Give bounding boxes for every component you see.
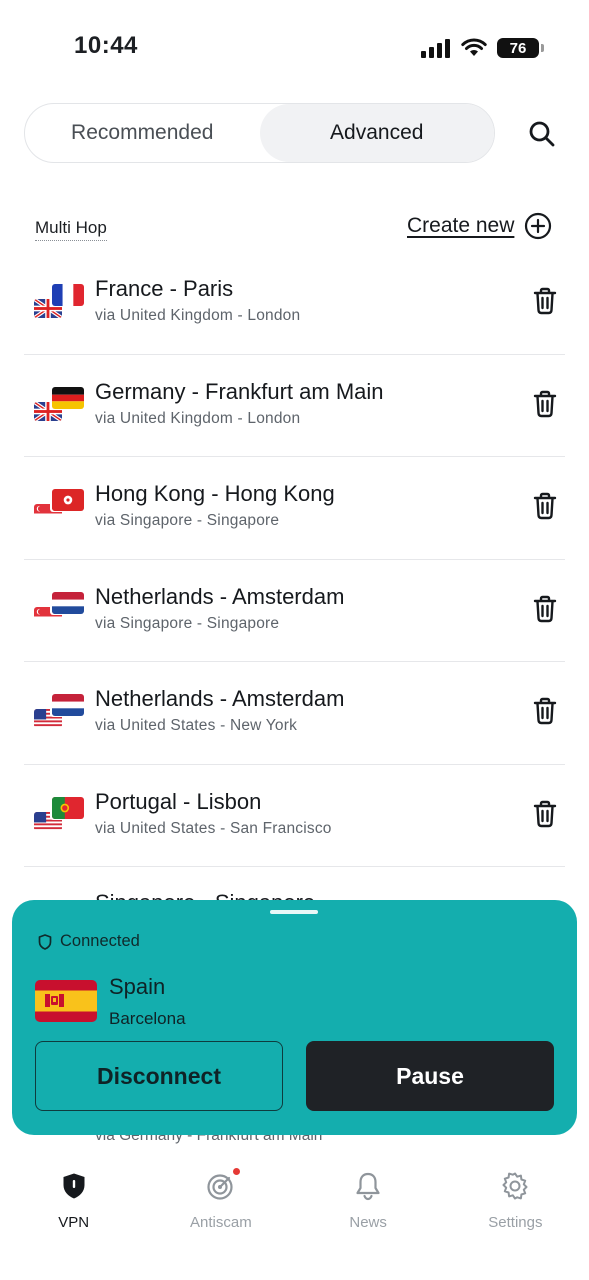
hk-flag-icon: [52, 489, 84, 511]
status-icons: 76: [421, 36, 544, 60]
hop-list-item[interactable]: France - Paris via United Kingdom - Lond…: [24, 252, 565, 355]
status-bar: 10:44 76: [0, 0, 589, 96]
hop-list-item[interactable]: Netherlands - Amsterdam via Singapore - …: [24, 560, 565, 662]
pause-button[interactable]: Pause: [306, 1041, 554, 1111]
search-button[interactable]: [524, 116, 560, 152]
hop-destination: France - Paris: [95, 276, 234, 301]
bell-icon: [356, 1172, 380, 1201]
nav-antiscam[interactable]: Antiscam: [147, 1150, 294, 1280]
notification-badge: [232, 1168, 240, 1175]
nl-flag-icon: [52, 591, 84, 614]
de-flag-icon: [52, 386, 84, 409]
wifi-icon: [461, 38, 487, 56]
connection-status-label: Connected: [60, 932, 140, 950]
nav-settings-label: Settings: [488, 1214, 543, 1231]
vpn-shield-icon: [63, 1173, 85, 1199]
trash-icon: [533, 595, 557, 622]
route-flags: [34, 489, 84, 525]
mode-segmented-control: Recommended Advanced: [24, 103, 495, 163]
create-new-button[interactable]: Create new: [407, 212, 552, 240]
hop-list-item[interactable]: Netherlands - Amsterdam via United State…: [24, 662, 565, 765]
connection-panel: Connected Spain Barcelona Disconnect Pau…: [12, 900, 577, 1135]
spain-flag-icon: [35, 980, 97, 1022]
route-flags: [34, 796, 84, 833]
nav-news[interactable]: News: [295, 1150, 442, 1280]
nav-news-label: News: [349, 1214, 387, 1231]
nl-flag-icon: [52, 694, 84, 716]
tab-advanced[interactable]: Advanced: [259, 104, 494, 162]
connection-status: Connected: [38, 932, 140, 951]
nav-vpn[interactable]: VPN: [0, 1150, 147, 1280]
delete-hop-button[interactable]: [531, 491, 559, 521]
status-time: 10:44: [74, 32, 138, 59]
delete-hop-button[interactable]: [531, 594, 559, 624]
fr-flag-icon: [52, 284, 84, 306]
hop-list-item[interactable]: Portugal - Lisbon via United States - Sa…: [24, 765, 565, 867]
search-icon: [529, 121, 555, 147]
hop-destination: Netherlands - Amsterdam: [95, 583, 345, 609]
delete-hop-button[interactable]: [531, 286, 559, 316]
hop-via: via United Kingdom - London: [95, 307, 301, 324]
bottom-navigation: VPN Antiscam News Settings: [0, 1150, 589, 1280]
delete-hop-button[interactable]: [531, 696, 559, 726]
hop-list-item[interactable]: Germany - Frankfurt am Main via United K…: [24, 355, 565, 457]
plus-circle-icon: [525, 212, 552, 240]
shield-icon: [38, 933, 52, 950]
pt-flag-icon: [52, 796, 84, 819]
nav-settings[interactable]: Settings: [442, 1150, 589, 1280]
cellular-signal-icon: [421, 38, 451, 58]
trash-icon: [533, 287, 557, 315]
section-title: Multi Hop: [35, 218, 107, 241]
trash-icon: [533, 697, 557, 725]
hop-destination: Netherlands - Amsterdam: [95, 686, 345, 711]
hop-via: via Singapore - Singapore: [95, 512, 280, 529]
multi-hop-list: France - Paris via United Kingdom - Lond…: [24, 252, 565, 867]
connected-country: Spain: [109, 974, 166, 999]
hop-destination: Portugal - Lisbon: [95, 788, 262, 814]
create-new-label: Create new: [407, 214, 515, 237]
tab-recommended[interactable]: Recommended: [25, 104, 260, 162]
hop-via: via United States - San Francisco: [95, 819, 332, 837]
radar-icon: [207, 1174, 233, 1200]
trash-icon: [533, 390, 557, 417]
hop-via: via Singapore - Singapore: [95, 614, 280, 632]
trash-icon: [533, 492, 557, 520]
hop-via: via United Kingdom - London: [95, 409, 301, 427]
delete-hop-button[interactable]: [531, 389, 559, 419]
gear-icon: [502, 1172, 528, 1200]
nav-vpn-label: VPN: [58, 1214, 90, 1231]
hop-destination: Germany - Frankfurt am Main: [95, 378, 384, 404]
connected-city: Barcelona: [109, 1009, 186, 1028]
hop-destination: Hong Kong - Hong Kong: [95, 481, 335, 506]
disconnect-button[interactable]: Disconnect: [35, 1041, 283, 1111]
trash-icon: [533, 800, 557, 827]
hop-via: via United States - New York: [95, 717, 298, 734]
route-flags: [34, 694, 84, 730]
drag-handle[interactable]: [270, 910, 318, 914]
battery-indicator: 76: [497, 38, 544, 58]
hop-list-item[interactable]: Hong Kong - Hong Kong via Singapore - Si…: [24, 457, 565, 560]
route-flags: [34, 284, 84, 320]
delete-hop-button[interactable]: [531, 799, 559, 829]
route-flags: [34, 386, 84, 423]
nav-antiscam-label: Antiscam: [190, 1214, 252, 1231]
route-flags: [34, 591, 84, 628]
